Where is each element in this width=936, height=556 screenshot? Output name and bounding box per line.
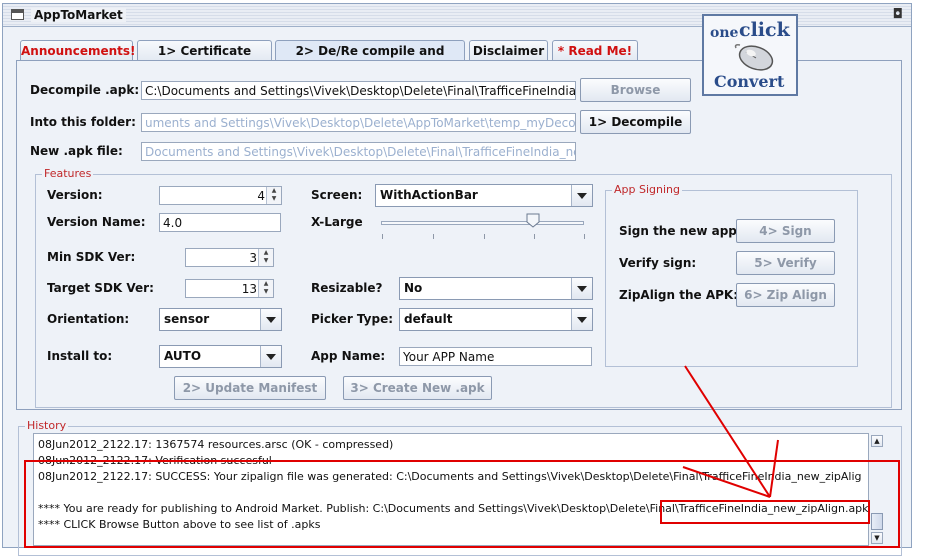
annotation-arrows (682, 365, 779, 498)
